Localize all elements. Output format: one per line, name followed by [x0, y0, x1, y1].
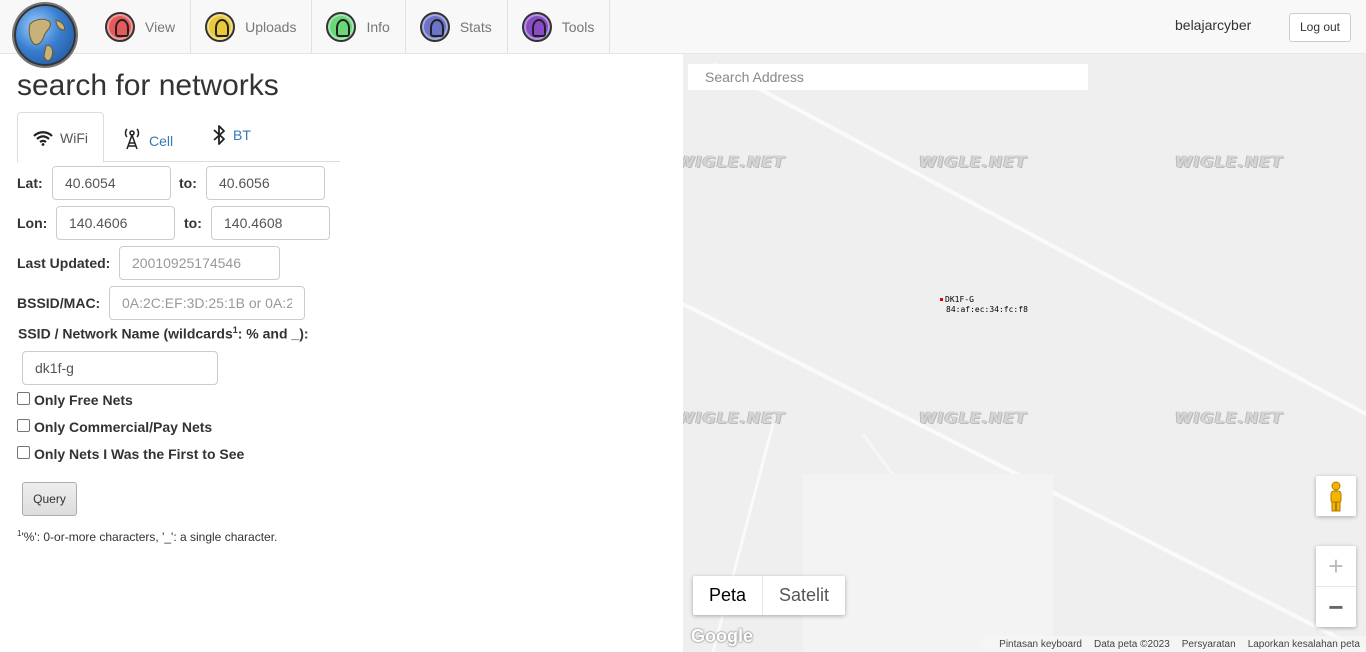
only-free-nets-row: Only Free Nets: [17, 392, 133, 408]
only-commercial-nets-checkbox[interactable]: [17, 419, 30, 432]
report-error-link[interactable]: Laporkan kesalahan peta: [1248, 639, 1360, 650]
last-updated-input[interactable]: [119, 246, 280, 280]
lat-to-input[interactable]: [206, 166, 325, 200]
wildcard-footnote: 1'%': 0-or-more characters, '_': a singl…: [17, 529, 277, 544]
map-panel[interactable]: Search Address WIGLE.NET WIGLE.NET WIGLE…: [683, 54, 1366, 652]
view-icon: [105, 11, 135, 42]
checkbox-label: Only Commercial/Pay Nets: [34, 419, 213, 435]
zoom-out-button[interactable]: −: [1316, 586, 1356, 626]
uploads-icon: [205, 11, 236, 42]
tab-cell[interactable]: Cell: [122, 113, 173, 163]
tab-label: BT: [233, 127, 251, 143]
watermark: WIGLE.NET: [683, 152, 786, 171]
watermark: WIGLE.NET: [1175, 152, 1284, 171]
map-background: [683, 62, 1366, 652]
keyboard-shortcuts-link[interactable]: Pintasan keyboard: [999, 639, 1082, 650]
nav-view[interactable]: View: [90, 0, 192, 53]
username[interactable]: belajarcyber: [1175, 17, 1251, 33]
tab-wifi[interactable]: WiFi: [17, 112, 104, 163]
nav-label: Uploads: [245, 18, 297, 35]
bssid-input[interactable]: [109, 286, 305, 320]
lon-from-input[interactable]: [56, 206, 175, 240]
watermark: WIGLE.NET: [683, 408, 786, 427]
nav-label: Tools: [561, 18, 595, 35]
network-type-tabs: WiFi Cell BT: [17, 110, 340, 163]
ssid-label-suffix: : % and _):: [237, 325, 309, 342]
bssid-label: BSSID/MAC:: [17, 295, 101, 311]
top-navbar: View Uploads Info Stats Tools belajarcyb…: [0, 0, 1366, 54]
network-marker[interactable]: [940, 298, 943, 301]
tab-bt[interactable]: BT: [212, 110, 251, 160]
terms-link[interactable]: Persyaratan: [1182, 639, 1236, 650]
marker-ssid: DK1F-G: [945, 295, 974, 304]
watermark: WIGLE.NET: [1175, 408, 1284, 427]
nav-label: Stats: [459, 18, 492, 35]
nav-uploads[interactable]: Uploads: [191, 0, 313, 53]
map-attribution: Pintasan keyboard Data peta ©2023 Persya…: [981, 636, 1366, 652]
tab-label: WiFi: [60, 129, 88, 146]
search-address-input[interactable]: Search Address: [688, 64, 1088, 90]
only-first-seen-checkbox[interactable]: [17, 446, 30, 459]
zoom-in-button[interactable]: +: [1316, 546, 1356, 586]
nav-label: Info: [366, 18, 390, 35]
checkbox-label: Only Free Nets: [34, 392, 133, 408]
watermark: WIGLE.NET: [919, 408, 1028, 427]
ssid-label-text: SSID / Network Name (wildcards: [18, 325, 233, 342]
zoom-control: + −: [1316, 546, 1356, 627]
nav-info[interactable]: Info: [312, 0, 406, 53]
stats-icon: [419, 11, 450, 42]
info-icon: [326, 11, 357, 42]
pegman-icon: [1330, 481, 1342, 512]
network-marker-label: DK1F-G 84:af:ec:34:fc:f8: [945, 295, 1028, 315]
ssid-label: SSID / Network Name (wildcards1: % and _…: [18, 325, 309, 342]
map-type-control: Peta Satelit: [693, 576, 846, 615]
nav-label: View: [145, 18, 176, 35]
lon-to-input[interactable]: [211, 206, 330, 240]
cell-tower-icon: [124, 128, 140, 150]
wifi-icon: [33, 130, 53, 146]
watermark: WIGLE.NET: [919, 152, 1028, 171]
street-view-pegman[interactable]: [1316, 476, 1356, 516]
checkbox-label: Only Nets I Was the First to See: [34, 446, 245, 462]
ssid-input[interactable]: [22, 351, 218, 385]
last-updated-label: Last Updated:: [17, 255, 111, 271]
lat-from-input[interactable]: [52, 166, 171, 200]
page-title: search for networks: [17, 69, 279, 102]
map-data-text: Data peta ©2023: [1094, 638, 1170, 650]
marker-bssid: 84:af:ec:34:fc:f8: [946, 305, 1028, 314]
tools-icon: [521, 11, 552, 42]
only-commercial-nets-row: Only Commercial/Pay Nets: [17, 419, 212, 435]
map-type-satellite-button[interactable]: Satelit: [763, 576, 845, 615]
lon-to-label: to:: [184, 215, 202, 231]
only-free-nets-checkbox[interactable]: [17, 392, 30, 405]
wigle-globe-logo-icon[interactable]: [14, 4, 76, 66]
map-type-map-button[interactable]: Peta: [693, 576, 764, 615]
footnote-text: '%': 0-or-more characters, '_': a single…: [21, 530, 278, 544]
query-button[interactable]: Query: [22, 482, 77, 516]
bluetooth-icon: [213, 125, 225, 145]
nav-tools[interactable]: Tools: [508, 0, 611, 53]
logout-button[interactable]: Log out: [1289, 13, 1351, 42]
nav-stats[interactable]: Stats: [406, 0, 508, 53]
tab-label: Cell: [149, 133, 174, 149]
lat-to-label: to:: [179, 175, 197, 191]
lat-label: Lat:: [17, 175, 43, 191]
main-nav: View Uploads Info Stats Tools: [90, 0, 611, 53]
only-first-seen-row: Only Nets I Was the First to See: [17, 446, 244, 462]
google-logo[interactable]: Google: [691, 626, 753, 647]
lon-label: Lon:: [17, 215, 48, 231]
